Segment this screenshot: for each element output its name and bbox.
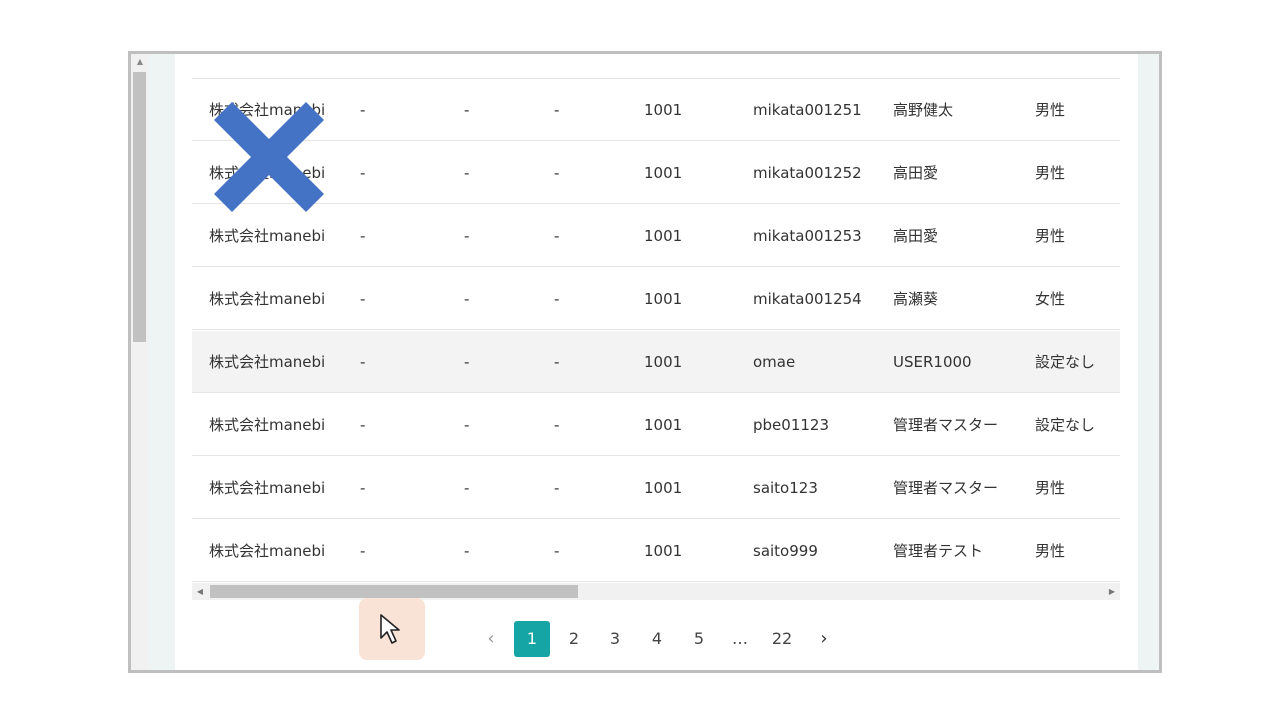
page-button-22[interactable]: 22	[764, 621, 800, 657]
pagination-ellipsis: …	[732, 629, 748, 648]
cell-company: 株式会社manebi	[209, 227, 326, 245]
cell-col3: -	[464, 479, 470, 497]
cell-col4: -	[554, 227, 560, 245]
cell-col3: -	[464, 416, 470, 434]
cell-user-id: saito123	[753, 479, 818, 497]
cell-col4: -	[554, 290, 560, 308]
cell-user-id: saito999	[753, 542, 818, 560]
vertical-scroll-thumb[interactable]	[133, 72, 146, 342]
cell-col3: -	[464, 227, 470, 245]
pagination-next-button[interactable]: ›	[806, 621, 842, 657]
cell-user-id: mikata001252	[753, 164, 862, 182]
table-row[interactable]: 株式会社manebi - - - 1001 saito999 管理者テスト 男性	[192, 520, 1120, 582]
page-button-4[interactable]: 4	[639, 621, 675, 657]
table-row[interactable]: 株式会社manebi - - - 1001 pbe01123 管理者マスター 設…	[192, 394, 1120, 456]
cell-col2: -	[360, 164, 366, 182]
cell-col3: -	[464, 353, 470, 371]
table-row[interactable]: 株式会社manebi - - - 1001 mikata001253 高田愛 男…	[192, 205, 1120, 267]
table-row-partial	[192, 54, 1120, 79]
cell-name: 管理者テスト	[893, 542, 984, 560]
cell-code: 1001	[644, 542, 683, 560]
table-row[interactable]: 株式会社manebi - - - 1001 mikata001254 高瀬葵 女…	[192, 268, 1120, 330]
cell-gender: 設定なし	[1035, 416, 1096, 434]
cell-col2: -	[360, 290, 366, 308]
cell-name: 管理者マスター	[893, 416, 999, 434]
pagination-prev-button[interactable]: ‹	[473, 621, 509, 657]
cell-code: 1001	[644, 164, 683, 182]
page-button-1[interactable]: 1	[514, 621, 550, 657]
cell-col3: -	[464, 290, 470, 308]
scroll-right-arrow-icon[interactable]: ▶	[1104, 583, 1120, 600]
page-button-3[interactable]: 3	[597, 621, 633, 657]
cell-gender: 男性	[1035, 227, 1066, 245]
cell-code: 1001	[644, 479, 683, 497]
cell-name: 高野健太	[893, 101, 954, 119]
cell-col2: -	[360, 353, 366, 371]
cursor-highlight	[359, 598, 425, 660]
cell-gender: 設定なし	[1035, 353, 1096, 371]
page-button-2[interactable]: 2	[556, 621, 592, 657]
cell-col3: -	[464, 542, 470, 560]
table-row[interactable]: 株式会社manebi - - - 1001 mikata001252 高田愛 男…	[192, 142, 1120, 204]
cell-col3: -	[464, 164, 470, 182]
cell-gender: 男性	[1035, 479, 1066, 497]
vertical-scrollbar[interactable]: ▲	[131, 54, 149, 670]
cell-company: 株式会社manebi	[209, 542, 326, 560]
x-mark-icon	[214, 102, 324, 212]
cell-gender: 男性	[1035, 542, 1066, 560]
pagination: ‹ 1 2 3 4 5 … 22 ›	[175, 621, 1138, 657]
cell-code: 1001	[644, 290, 683, 308]
cell-col2: -	[360, 416, 366, 434]
cell-company: 株式会社manebi	[209, 353, 326, 371]
cell-user-id: mikata001254	[753, 290, 862, 308]
scroll-up-arrow-icon[interactable]: ▲	[131, 54, 149, 70]
cell-gender: 女性	[1035, 290, 1066, 308]
cell-company: 株式会社manebi	[209, 416, 326, 434]
cell-col2: -	[360, 101, 366, 119]
cell-user-id: omae	[753, 353, 796, 371]
cell-col4: -	[554, 101, 560, 119]
cell-name: 高田愛	[893, 227, 939, 245]
cell-code: 1001	[644, 416, 683, 434]
cell-user-id: pbe01123	[753, 416, 829, 434]
cell-code: 1001	[644, 353, 683, 371]
cell-col2: -	[360, 542, 366, 560]
cell-col4: -	[554, 353, 560, 371]
cell-name: USER1000	[893, 353, 972, 371]
cell-col2: -	[360, 227, 366, 245]
cell-user-id: mikata001251	[753, 101, 862, 119]
mouse-pointer-icon	[380, 614, 400, 644]
cell-code: 1001	[644, 227, 683, 245]
cell-col4: -	[554, 416, 560, 434]
cell-name: 高田愛	[893, 164, 939, 182]
cell-user-id: mikata001253	[753, 227, 862, 245]
scroll-left-arrow-icon[interactable]: ◀	[192, 583, 208, 600]
cell-name: 管理者マスター	[893, 479, 999, 497]
horizontal-scrollbar[interactable]: ◀ ▶	[192, 583, 1120, 600]
cell-col2: -	[360, 479, 366, 497]
table-row[interactable]: 株式会社manebi - - - 1001 mikata001251 高野健太 …	[192, 79, 1120, 141]
cell-col4: -	[554, 542, 560, 560]
cell-code: 1001	[644, 101, 683, 119]
cell-gender: 男性	[1035, 164, 1066, 182]
horizontal-scroll-thumb[interactable]	[210, 585, 578, 598]
table-row[interactable]: 株式会社manebi - - - 1001 saito123 管理者マスター 男…	[192, 457, 1120, 519]
cell-col4: -	[554, 479, 560, 497]
cell-name: 高瀬葵	[893, 290, 939, 308]
page-button-5[interactable]: 5	[681, 621, 717, 657]
cell-company: 株式会社manebi	[209, 479, 326, 497]
cell-col3: -	[464, 101, 470, 119]
table-row-highlighted[interactable]: 株式会社manebi - - - 1001 omae USER1000 設定なし	[192, 331, 1120, 393]
cell-company: 株式会社manebi	[209, 290, 326, 308]
cell-col4: -	[554, 164, 560, 182]
cell-gender: 男性	[1035, 101, 1066, 119]
